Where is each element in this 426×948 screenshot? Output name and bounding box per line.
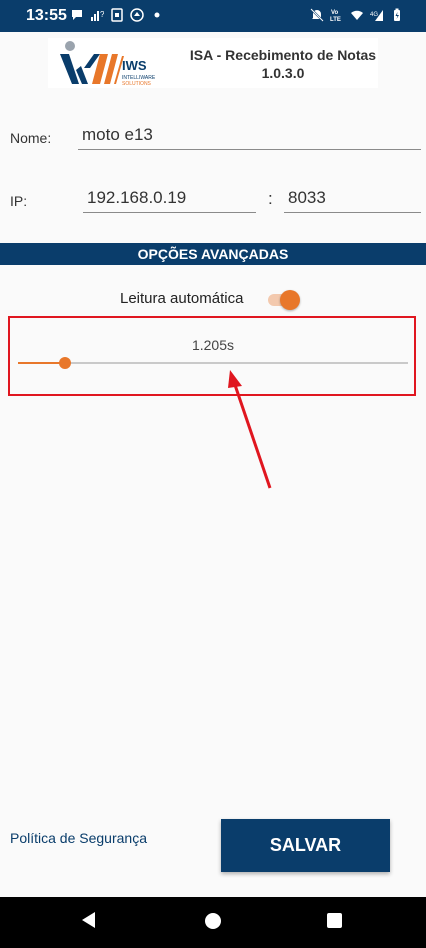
annotation-arrow-icon: [228, 370, 272, 489]
app-title-line1: ISA - Recebimento de Notas: [189, 47, 377, 63]
slider-fill: [18, 362, 65, 364]
reading-delay-slider[interactable]: [18, 362, 408, 364]
slider-value-label: 1.205s: [191, 337, 235, 353]
navigation-bar: [0, 897, 426, 948]
signal-question-icon: ?: [90, 8, 104, 22]
ip-port-separator: :: [268, 189, 273, 208]
status-right-icons: Vo LTE 4G: [310, 8, 404, 22]
svg-text:Vo: Vo: [331, 10, 339, 16]
port-field[interactable]: 8033: [284, 188, 421, 213]
mute-icon: [310, 8, 324, 22]
svg-text:?: ?: [100, 10, 104, 19]
home-icon[interactable]: [205, 913, 221, 929]
save-button[interactable]: SALVAR: [221, 819, 390, 872]
app-header: IWS INTELLIWARE SOLUTIONS ISA - Recebime…: [48, 38, 378, 88]
wifi-icon: [350, 8, 364, 22]
status-left-icons: ?: [70, 8, 164, 22]
ip-label: IP:: [10, 193, 28, 209]
ip-field[interactable]: 192.168.0.19: [83, 188, 256, 213]
screenshot-icon: [110, 8, 124, 22]
4g-signal-icon: 4G: [370, 8, 384, 22]
status-bar: 13:55 ? VoLTE 4G: [0, 0, 426, 32]
battery-icon: [390, 8, 404, 22]
status-time: 13:55: [26, 7, 67, 24]
annotation-highlight-box: [8, 316, 416, 396]
svg-text:4G: 4G: [370, 12, 378, 18]
toggle-thumb: [280, 290, 300, 310]
advanced-options-header: OPÇÕES AVANÇADAS: [0, 243, 426, 265]
maps-icon: [130, 8, 144, 22]
auto-read-toggle[interactable]: [266, 289, 302, 311]
app-version: 1.0.3.0: [261, 65, 305, 81]
name-label: Nome:: [10, 130, 52, 146]
dot-icon: [150, 8, 164, 22]
security-policy-link[interactable]: Política de Segurança: [10, 830, 147, 846]
svg-text:LTE: LTE: [330, 17, 341, 22]
recent-apps-icon[interactable]: [327, 913, 342, 928]
name-field[interactable]: moto e13: [78, 125, 421, 150]
volte-icon: Vo LTE: [330, 8, 344, 22]
svg-text:SOLUTIONS: SOLUTIONS: [122, 81, 152, 87]
app-title: ISA - Recebimento de Notas 1.0.3.0: [188, 46, 378, 82]
iws-logo: IWS INTELLIWARE SOLUTIONS: [60, 41, 156, 87]
chat-icon: [70, 8, 84, 22]
svg-text:IWS: IWS: [122, 58, 147, 73]
auto-read-label: Leitura automática: [120, 290, 244, 307]
slider-thumb[interactable]: [58, 357, 71, 369]
back-icon[interactable]: [82, 912, 95, 928]
